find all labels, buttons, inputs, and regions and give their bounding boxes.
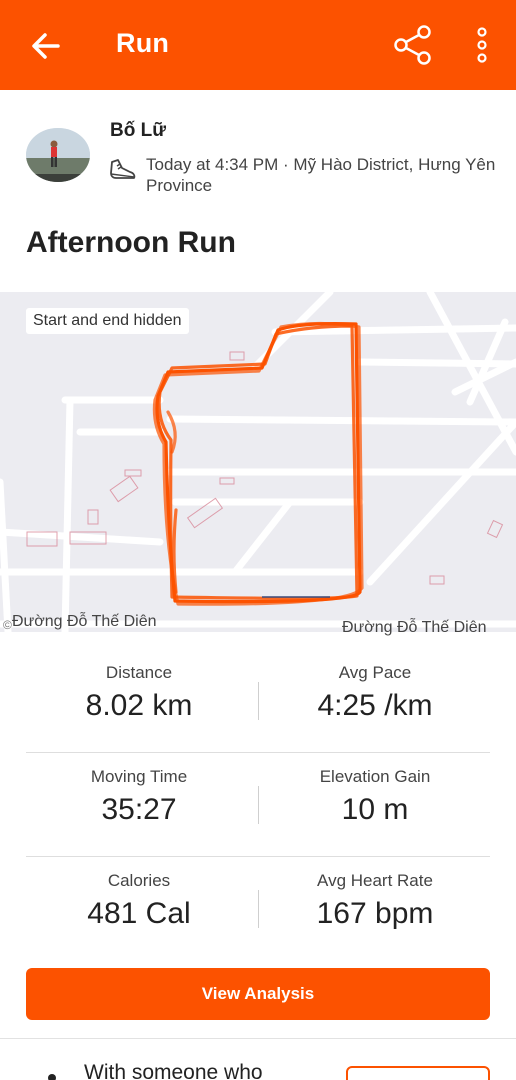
prompt-action-button[interactable]	[346, 1066, 490, 1080]
stat-value: 10 m	[341, 793, 409, 826]
prompt-text: With someone who	[84, 1061, 263, 1080]
stat-label: Calories	[107, 871, 171, 890]
stat-value: 8.02 km	[85, 689, 193, 722]
page-title: Run	[116, 28, 170, 58]
stat-value: 481 Cal	[87, 897, 191, 930]
stat-value: 167 bpm	[316, 897, 434, 930]
app-bar: Run	[0, 0, 516, 90]
activity-title: Afternoon Run	[26, 226, 236, 259]
back-arrow-icon[interactable]	[28, 26, 64, 66]
view-analysis-button[interactable]: View Analysis	[26, 968, 490, 1020]
shoe-icon	[108, 156, 138, 184]
row-divider	[26, 856, 490, 857]
stat-label: Avg Pace	[338, 663, 412, 682]
bullet-icon	[48, 1074, 56, 1080]
row-divider	[26, 752, 490, 753]
stat-avg-heart-rate: Avg Heart Rate 167 bpm	[260, 871, 490, 931]
activity-meta: Today at 4:34 PM · Mỹ Hào District, Hưng…	[146, 155, 496, 195]
stat-value: 35:27	[101, 793, 177, 826]
route-map[interactable]	[0, 292, 516, 632]
more-options-icon[interactable]	[468, 24, 496, 66]
stat-label: Distance	[105, 663, 173, 682]
stat-label: Avg Heart Rate	[317, 871, 433, 890]
stat-divider	[258, 890, 259, 928]
stat-calories: Calories 481 Cal	[24, 871, 254, 931]
start-end-hidden-badge: Start and end hidden	[26, 308, 189, 334]
map-copyright: ©	[3, 618, 12, 632]
stat-label: Moving Time	[90, 767, 188, 786]
share-icon[interactable]	[392, 22, 434, 68]
avatar[interactable]	[26, 128, 90, 182]
stat-label: Elevation Gain	[319, 767, 431, 786]
street-label-right: Đường Đỗ Thế Diên	[342, 619, 487, 636]
section-divider	[0, 1038, 516, 1039]
stat-avg-pace: Avg Pace 4:25 /km	[260, 663, 490, 723]
stat-moving-time: Moving Time 35:27	[24, 767, 254, 827]
athlete-name[interactable]: Bố Lữ	[110, 120, 166, 142]
stat-distance: Distance 8.02 km	[24, 663, 254, 723]
stat-divider	[258, 682, 259, 720]
stat-divider	[258, 786, 259, 824]
street-label-left: Đường Đỗ Thế Diên	[12, 613, 157, 630]
stat-value: 4:25 /km	[317, 689, 433, 722]
stat-elevation-gain: Elevation Gain 10 m	[260, 767, 490, 827]
